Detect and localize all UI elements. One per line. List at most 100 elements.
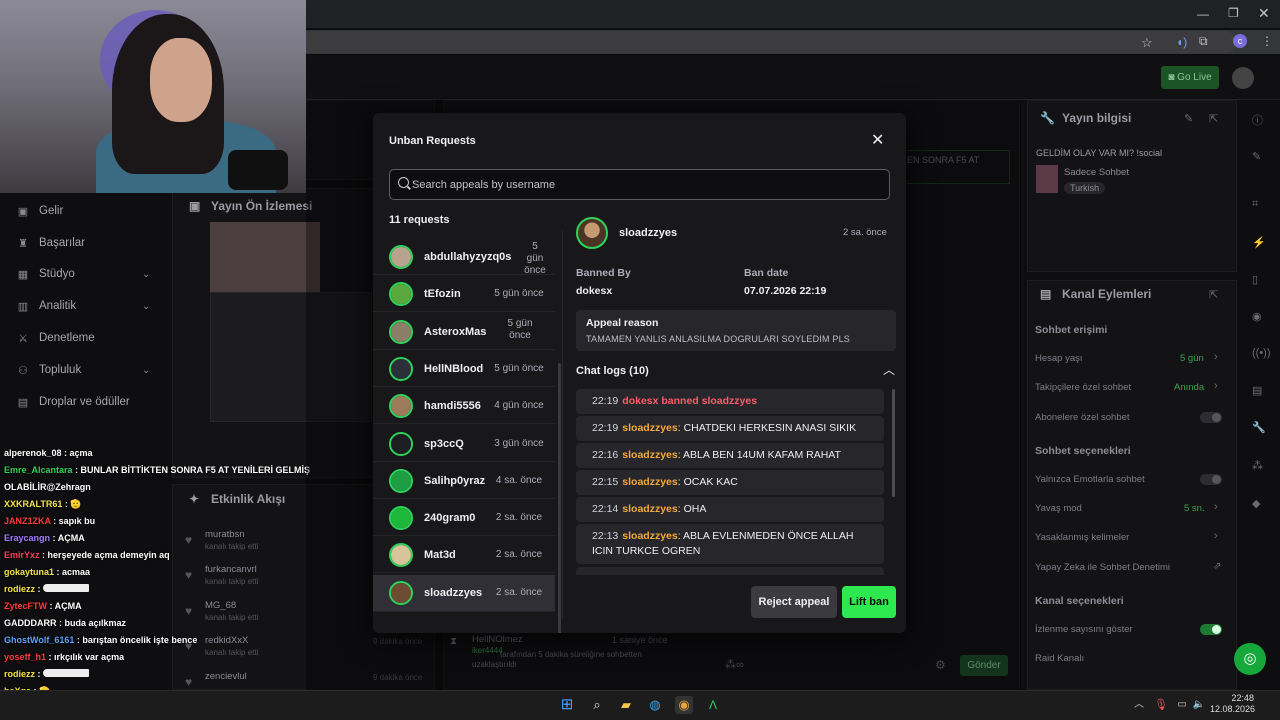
wrench-icon[interactable]: 🔧: [1252, 421, 1266, 434]
chat-log-entry: 22:19 sloadzzyes: CHATDEKI HERKESIN ANASI…: [576, 416, 884, 441]
list-item[interactable]: HellNBlood 5 gün önce: [373, 351, 555, 387]
chat-username[interactable]: GADDDARR: [4, 618, 57, 628]
broadcast-icon[interactable]: ((•)): [1252, 347, 1271, 359]
info-icon[interactable]: ⓘ: [1252, 112, 1263, 128]
log-username[interactable]: sloadzzyes: [622, 449, 677, 461]
document-icon[interactable]: ▯: [1252, 273, 1258, 286]
microphone-icon[interactable]: 🎙: [1152, 696, 1170, 714]
sidebar-item-moderation[interactable]: ⚔ Denetleme: [16, 328, 95, 348]
list-scrollbar[interactable]: [558, 363, 561, 633]
windows-start-icon[interactable]: ⊞: [558, 696, 576, 714]
quick-action-icon[interactable]: ⌗: [1252, 198, 1258, 211]
list-item[interactable]: sloadzzyes 2 sa. önce: [373, 574, 555, 612]
file-explorer-icon[interactable]: ▰: [617, 696, 635, 714]
list-item[interactable]: abdullahyzyzq0s 5 gün önce: [373, 239, 555, 276]
log-username[interactable]: sloadzzyes: [622, 422, 677, 434]
chat-username[interactable]: yoseff_h1: [4, 652, 46, 662]
edge-browser-icon[interactable]: ◍: [646, 696, 664, 714]
log-username[interactable]: sloadzzyes: [622, 503, 677, 515]
lightning-icon[interactable]: ⚡: [1252, 236, 1266, 249]
sidebar-item-drops[interactable]: ▤ Droplar ve ödüller: [16, 392, 130, 412]
chat-username[interactable]: gokaytuna1: [4, 567, 54, 577]
emote-only-toggle[interactable]: [1200, 474, 1222, 485]
diamond-icon[interactable]: ◆: [1252, 497, 1260, 510]
bookmark-star-icon[interactable]: ☆: [1141, 35, 1153, 51]
user-avatar[interactable]: [1232, 67, 1254, 89]
chevron-right-icon[interactable]: ›: [1214, 530, 1218, 542]
sidebar-item-revenue[interactable]: ▣ Gelir: [16, 201, 63, 221]
view-count-toggle[interactable]: [1200, 624, 1222, 635]
list-item[interactable]: sp3ccQ 3 gün önce: [373, 426, 555, 462]
chrome-browser-icon[interactable]: ◉: [675, 696, 693, 714]
chat-username[interactable]: rodiezz: [4, 584, 35, 594]
close-window-icon[interactable]: ✕: [1258, 5, 1270, 22]
chevron-up-icon[interactable]: ︿: [883, 361, 895, 378]
slow-mode-value[interactable]: 5 sn.: [1184, 503, 1205, 514]
address-bar[interactable]: [306, 31, 1236, 53]
chevron-right-icon[interactable]: ›: [1214, 351, 1218, 363]
list-item[interactable]: AsteroxMas 5 gün önce: [373, 314, 555, 350]
chat-username[interactable]: rodiezz: [4, 669, 35, 679]
go-live-button[interactable]: ◙ Go Live: [1161, 66, 1219, 89]
chat-username[interactable]: Eraycangn: [4, 533, 50, 543]
close-icon[interactable]: ✕: [871, 130, 884, 150]
chat-username[interactable]: GhostWolf_6161: [4, 635, 74, 645]
chevron-right-icon[interactable]: ›: [1214, 380, 1218, 392]
extension-icon[interactable]: ◖): [1176, 35, 1187, 49]
chevron-right-icon[interactable]: ›: [1214, 501, 1218, 513]
clipboard-icon[interactable]: ▤: [1252, 384, 1262, 397]
chat-username[interactable]: Emre_Alcantara: [4, 465, 73, 475]
list-item[interactable]: Salihp0yraz 4 sa. önce: [373, 463, 555, 499]
raid-channel-label[interactable]: Raid Kanalı: [1035, 653, 1225, 664]
sidebar-item-analytics[interactable]: ▥ Analitik ⌄: [16, 296, 151, 316]
sidebar-item-achievements[interactable]: ♜ Başarılar: [16, 233, 85, 253]
browser-menu-icon[interactable]: ⋮: [1261, 34, 1273, 48]
list-item[interactable]: Mat3d 2 sa. önce: [373, 537, 555, 574]
log-username[interactable]: sloadzzyes: [622, 530, 677, 542]
help-fab-button[interactable]: ◎: [1234, 643, 1266, 675]
maximize-icon[interactable]: ❐: [1228, 6, 1239, 20]
chat-bubble-icon[interactable]: ◉: [1252, 310, 1262, 323]
chat-log-entry: [576, 567, 884, 575]
sidebar-item-studio[interactable]: ▦ Stüdyo ⌄: [16, 264, 151, 284]
popout-icon[interactable]: ⇱: [1209, 288, 1218, 301]
banned-words-label[interactable]: Yasaklanmış kelimeler: [1035, 532, 1225, 543]
edit-pencil-icon[interactable]: ✎: [1184, 112, 1193, 125]
reject-appeal-button[interactable]: Reject appeal: [751, 586, 837, 618]
subs-only-toggle[interactable]: [1200, 412, 1222, 423]
search-input[interactable]: [412, 170, 882, 199]
external-link-icon[interactable]: ⇗: [1213, 561, 1221, 572]
account-age-value[interactable]: 5 gün: [1180, 353, 1204, 364]
extensions-puzzle-icon[interactable]: ⧉: [1199, 34, 1208, 49]
stream-tag[interactable]: Turkish: [1064, 182, 1106, 194]
chat-username[interactable]: XXKRALTR61: [4, 499, 62, 509]
chat-username[interactable]: alperenok_08: [4, 448, 62, 458]
monitor-icon[interactable]: ▭: [1173, 696, 1191, 714]
volume-icon[interactable]: 🔈: [1190, 696, 1208, 714]
sidebar-item-community[interactable]: ⚇ Topluluk ⌄: [16, 360, 150, 380]
profile-avatar-icon[interactable]: c: [1233, 34, 1247, 48]
logs-scrollbar[interactable]: [892, 389, 895, 497]
pencil-icon[interactable]: ✎: [1252, 150, 1261, 163]
search-icon[interactable]: ⌕: [588, 696, 606, 714]
followers-only-value[interactable]: Anında: [1174, 382, 1204, 393]
search-field[interactable]: [389, 169, 890, 200]
stream-preview-video[interactable]: [210, 222, 320, 292]
list-item[interactable]: hamdi5556 4 gün önce: [373, 388, 555, 425]
popout-icon[interactable]: ⇱: [1209, 112, 1218, 125]
lift-ban-button[interactable]: Lift ban: [842, 586, 896, 618]
chat-username[interactable]: ZytecFTW: [4, 601, 47, 611]
chat-username[interactable]: JANZ1ZKA: [4, 516, 51, 526]
log-username[interactable]: sloadzzyes: [622, 476, 677, 488]
ai-moderation-label[interactable]: Yapay Zeka ile Sohbet Denetimi: [1035, 562, 1225, 573]
list-item[interactable]: tEfozin 5 gün önce: [373, 276, 555, 313]
share-icon[interactable]: ⁂: [1252, 459, 1263, 472]
tray-chevron-icon[interactable]: ︿: [1130, 696, 1148, 714]
chat-logs-list[interactable]: 22:19 dokesx banned sloadzzyes 22:19 sloadz…: [576, 389, 888, 575]
list-item[interactable]: 240gram0 2 sa. önce: [373, 500, 555, 537]
kick-app-icon[interactable]: Λ: [704, 696, 722, 714]
clock[interactable]: 22:48 12.08.2026: [1210, 693, 1255, 715]
chat-username[interactable]: EmirYxz: [4, 550, 40, 560]
minimize-icon[interactable]: —: [1197, 7, 1209, 21]
request-list[interactable]: abdullahyzyzq0s 5 gün önce tEfozin 5 gün ön…: [373, 231, 563, 619]
